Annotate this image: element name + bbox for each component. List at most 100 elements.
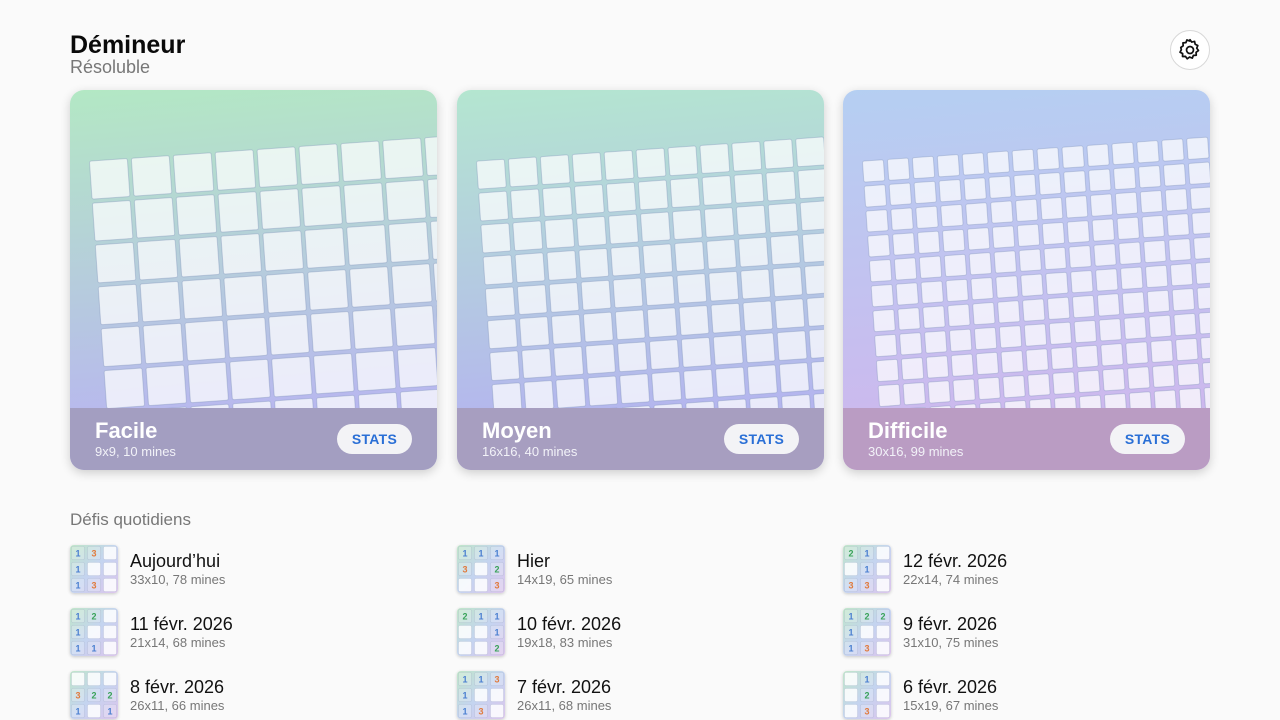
daily-challenge-text: 8 févr. 2026 26x11, 66 mines	[130, 677, 224, 714]
daily-board-desc: 21x14, 68 mines	[130, 634, 226, 650]
daily-challenges-title: Défis quotidiens	[70, 510, 191, 529]
cell-number: 1	[462, 707, 467, 717]
daily-board-desc: 33x10, 78 mines	[130, 571, 226, 587]
settings-button[interactable]	[1170, 30, 1210, 70]
cell-number: 1	[478, 549, 483, 559]
page-title: Démineur	[70, 31, 186, 59]
daily-challenge-item[interactable]: 1 2 1 1 1 11 févr. 2026 21x14, 68 mines	[70, 607, 430, 657]
cell-number: 1	[75, 644, 80, 654]
card-footer: Moyen 16x16, 40 mines STATS	[457, 408, 824, 470]
daily-board-desc: 26x11, 68 mines	[517, 697, 612, 713]
cell-number: 2	[864, 612, 869, 622]
daily-challenge-item[interactable]: 1 3 1 1 3 Aujourd’hui 33x10, 78 mines	[70, 544, 430, 594]
daily-date: 9 févr. 2026	[903, 613, 998, 634]
daily-board-thumbnail: 1 1 1 3 2 3	[457, 545, 505, 593]
cell-number: 1	[494, 612, 499, 622]
cell-number: 1	[75, 581, 80, 591]
cell-number: 3	[494, 581, 499, 591]
daily-date: 11 févr. 2026	[130, 613, 233, 634]
daily-challenge-text: 6 févr. 2026 15x19, 67 mines	[903, 677, 998, 714]
daily-board-desc: 15x19, 67 mines	[903, 697, 999, 713]
cell-number: 1	[848, 644, 853, 654]
cell-number: 1	[75, 628, 80, 638]
card-footer: Difficile 30x16, 99 mines STATS	[843, 408, 1210, 470]
stats-button[interactable]: STATS	[337, 424, 412, 454]
daily-date: 8 févr. 2026	[130, 676, 225, 697]
cell-number: 1	[864, 675, 869, 685]
daily-date: 7 févr. 2026	[517, 676, 612, 697]
daily-challenge-text: Aujourd’hui 33x10, 78 mines	[130, 551, 225, 588]
cell-number: 1	[462, 691, 467, 701]
cell-number: 1	[462, 549, 467, 559]
stats-button[interactable]: STATS	[1110, 424, 1185, 454]
daily-board-thumbnail: 1 2 3	[843, 671, 891, 719]
daily-date: 12 févr. 2026	[903, 550, 1008, 571]
difficulty-desc: 9x9, 10 mines	[95, 444, 176, 459]
daily-board-thumbnail: 1 2 1 1 1	[70, 608, 118, 656]
daily-board-desc: 31x10, 75 mines	[903, 634, 999, 650]
daily-board-desc: 26x11, 66 mines	[130, 697, 225, 713]
cell-number: 1	[107, 707, 112, 717]
cell-number: 2	[107, 691, 112, 701]
cell-number: 2	[91, 691, 96, 701]
daily-challenge-text: 9 févr. 2026 31x10, 75 mines	[903, 614, 998, 651]
cell-number: 1	[848, 612, 853, 622]
daily-date: 10 févr. 2026	[517, 613, 622, 634]
board-preview	[862, 136, 1210, 408]
daily-challenge-item[interactable]: 1 2 2 1 1 3 9 févr. 2026 31x10, 75 mines	[843, 607, 1203, 657]
difficulty-card-easy[interactable]: Facile 9x9, 10 mines STATS	[70, 90, 437, 470]
difficulty-card-hard[interactable]: Difficile 30x16, 99 mines STATS	[843, 90, 1210, 470]
cell-number: 1	[478, 675, 483, 685]
daily-board-desc: 19x18, 83 mines	[517, 634, 613, 650]
daily-challenge-text: 12 févr. 2026 22x14, 74 mines	[903, 551, 1007, 588]
daily-date: Hier	[517, 550, 551, 571]
daily-challenge-item[interactable]: 2 1 1 3 3 12 févr. 2026 22x14, 74 mines	[843, 544, 1203, 594]
cell-number: 3	[91, 581, 96, 591]
daily-board-thumbnail: 3 2 2 1 1	[70, 671, 118, 719]
difficulty-card-medium[interactable]: Moyen 16x16, 40 mines STATS	[457, 90, 824, 470]
cell-number: 2	[864, 691, 869, 701]
daily-challenge-item[interactable]: 1 1 3 1 1 3 7 févr. 2026 26x11, 68 mines	[457, 670, 817, 720]
cell-number: 3	[462, 565, 467, 575]
cell-number: 1	[462, 675, 467, 685]
daily-challenge-item[interactable]: 1 2 3 6 févr. 2026 15x19, 67 mines	[843, 670, 1203, 720]
daily-challenge-text: Hier 14x19, 65 mines	[517, 551, 612, 588]
cell-number: 1	[75, 549, 80, 559]
cell-number: 1	[494, 549, 499, 559]
page-subtitle: Résoluble	[70, 57, 151, 77]
cell-number: 2	[848, 549, 853, 559]
daily-challenge-item[interactable]: 3 2 2 1 1 8 févr. 2026 26x11, 66 mines	[70, 670, 430, 720]
daily-board-thumbnail: 2 1 1 3 3	[843, 545, 891, 593]
daily-challenge-item[interactable]: 1 1 1 3 2 3 Hier 14x19, 65 mines	[457, 544, 817, 594]
cell-number: 3	[864, 581, 869, 591]
cell-number: 2	[91, 612, 96, 622]
cell-number: 2	[462, 612, 467, 622]
difficulty-desc: 30x16, 99 mines	[868, 444, 964, 459]
daily-board-desc: 22x14, 74 mines	[903, 571, 999, 587]
cell-number: 3	[478, 707, 483, 717]
header: Démineur Résoluble	[70, 30, 185, 77]
gear-icon	[1179, 38, 1200, 60]
daily-board-thumbnail: 1 1 3 1 1 3	[457, 671, 505, 719]
cell-number: 3	[864, 644, 869, 654]
board-preview	[476, 136, 824, 408]
cell-number: 1	[75, 707, 80, 717]
cell-number: 2	[494, 565, 499, 575]
cell-number: 3	[864, 707, 869, 717]
cell-number: 1	[864, 565, 869, 575]
daily-date: Aujourd’hui	[130, 550, 221, 571]
cell-number: 1	[91, 644, 96, 654]
daily-challenge-text: 11 févr. 2026 21x14, 68 mines	[130, 614, 233, 651]
daily-challenge-text: 7 févr. 2026 26x11, 68 mines	[517, 677, 611, 714]
cell-number: 1	[478, 612, 483, 622]
cell-number: 3	[848, 581, 853, 591]
cell-number: 1	[848, 628, 853, 638]
cell-number: 1	[864, 549, 869, 559]
difficulty-name: Difficile	[868, 418, 948, 443]
daily-challenge-text: 10 févr. 2026 19x18, 83 mines	[517, 614, 621, 651]
daily-board-thumbnail: 1 2 2 1 1 3	[843, 608, 891, 656]
stats-button[interactable]: STATS	[724, 424, 799, 454]
daily-challenge-item[interactable]: 2 1 1 1 2 10 févr. 2026 19x18, 83 mines	[457, 607, 817, 657]
cell-number: 3	[91, 549, 96, 559]
difficulty-name: Facile	[95, 418, 158, 443]
